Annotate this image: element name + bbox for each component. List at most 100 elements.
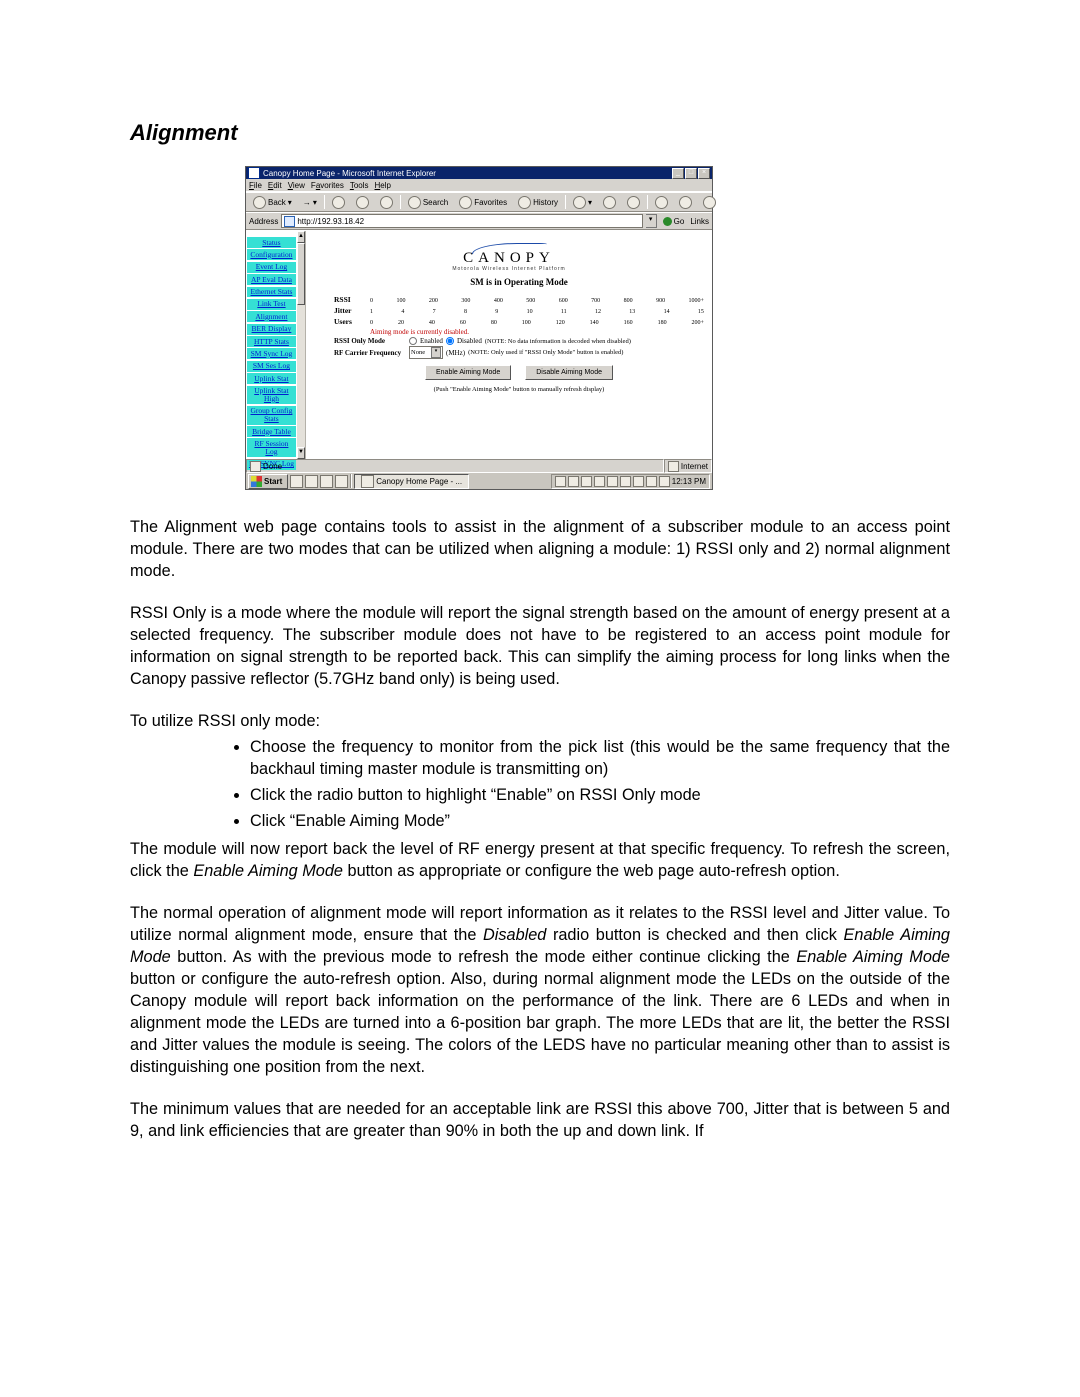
close-button[interactable]: ×	[698, 168, 710, 179]
minimize-button[interactable]: _	[672, 168, 684, 179]
tray-icon[interactable]	[568, 476, 579, 487]
nav-uplink-stat-high[interactable]: Uplink Stat High	[247, 386, 296, 405]
tray-icon[interactable]	[607, 476, 618, 487]
tray-icon[interactable]	[594, 476, 605, 487]
system-tray: 12:13 PM	[551, 474, 710, 489]
tray-icon[interactable]	[646, 476, 657, 487]
window-title: Canopy Home Page - Microsoft Internet Ex…	[263, 169, 671, 178]
toolbar: Back▾ →▾ Search Favorites History ▾	[246, 192, 712, 212]
back-button[interactable]: Back▾	[249, 195, 296, 209]
nav-http-stats[interactable]: HTTP Stats	[247, 336, 296, 347]
history-button[interactable]: History	[514, 195, 562, 209]
print-button[interactable]	[599, 195, 620, 209]
address-input[interactable]: http://192.93.18.42	[281, 214, 642, 228]
nav-configuration[interactable]: Configuration	[247, 249, 296, 260]
edit-icon	[627, 196, 640, 209]
mail-icon	[573, 196, 586, 209]
tray-icon[interactable]	[581, 476, 592, 487]
search-button[interactable]: Search	[404, 195, 452, 209]
nav-rf-session-log[interactable]: RF Session Log	[247, 438, 296, 457]
rssi-enabled-radio[interactable]	[409, 337, 417, 345]
tray-icon[interactable]	[620, 476, 631, 487]
related-icon	[679, 196, 692, 209]
nav-bridge-table[interactable]: Bridge Table	[247, 426, 296, 437]
nav-group-config-stats[interactable]: Group Config Stats	[247, 406, 296, 425]
history-icon	[518, 196, 531, 209]
quicklaunch-icon[interactable]	[320, 475, 333, 488]
disable-aiming-button[interactable]: Disable Aiming Mode	[525, 365, 613, 380]
menu-view[interactable]: View	[288, 181, 305, 190]
rssi-only-note: (NOTE: No data information is decoded wh…	[485, 338, 631, 345]
rf-carrier-select[interactable]: None▾	[409, 346, 443, 359]
status-zone: Internet	[681, 462, 708, 471]
paragraph: The Alignment web page contains tools to…	[130, 516, 950, 582]
quicklaunch-icon[interactable]	[335, 475, 348, 488]
menu-file[interactable]: File	[249, 181, 262, 190]
discuss-button[interactable]	[651, 195, 672, 209]
canopy-main: CANOPY Motorola Wireless Internet Platfo…	[306, 231, 712, 459]
address-value: http://192.93.18.42	[297, 217, 364, 226]
scroll-up-icon[interactable]: ▲	[297, 231, 305, 243]
status-bar: Done Internet	[246, 459, 712, 472]
menu-edit[interactable]: Edit	[268, 181, 282, 190]
nav-status[interactable]: Status	[247, 237, 296, 248]
taskbar: Start Canopy Home Page - ... 12:13 PM	[246, 472, 712, 489]
rssi-label: RSSI	[334, 295, 370, 304]
messenger-button[interactable]	[699, 195, 720, 209]
chevron-down-icon: ▾	[313, 198, 317, 207]
go-button[interactable]: Go	[660, 215, 688, 227]
quicklaunch-icon[interactable]	[290, 475, 303, 488]
nav-alignment[interactable]: Alignment	[247, 311, 296, 322]
maximize-button[interactable]: □	[685, 168, 697, 179]
tray-icon[interactable]	[659, 476, 670, 487]
menu-tools[interactable]: Tools	[350, 181, 369, 190]
favorites-button[interactable]: Favorites	[455, 195, 511, 209]
scroll-thumb[interactable]	[297, 243, 305, 305]
address-bar: Address http://192.93.18.42 ▾ Go Links	[246, 212, 712, 230]
mail-button[interactable]: ▾	[569, 195, 596, 209]
paragraph: RSSI Only is a mode where the module wil…	[130, 602, 950, 690]
list-item: Click “Enable Aiming Mode”	[250, 810, 950, 832]
edit-button[interactable]	[623, 195, 644, 209]
nav-event-log[interactable]: Event Log	[247, 262, 296, 273]
chevron-right-icon: →	[303, 198, 311, 207]
start-button[interactable]: Start	[248, 474, 288, 489]
forward-button[interactable]: →▾	[299, 195, 321, 209]
home-icon	[380, 196, 393, 209]
nav-ber-display[interactable]: BER Display	[247, 324, 296, 335]
list-item: Choose the frequency to monitor from the…	[250, 736, 950, 780]
rssi-disabled-radio[interactable]	[446, 337, 454, 345]
rf-carrier-row: RF Carrier Frequency None▾ (MHz) (NOTE: …	[334, 346, 704, 359]
taskbar-app-button[interactable]: Canopy Home Page - ...	[354, 474, 469, 489]
refresh-icon	[356, 196, 369, 209]
nav-ap-eval-data[interactable]: AP Eval Data	[247, 274, 296, 285]
nav-scrollbar[interactable]: ▲ ▼	[297, 231, 306, 459]
page-icon	[250, 461, 261, 472]
home-button[interactable]	[376, 195, 397, 209]
quicklaunch-icon[interactable]	[305, 475, 318, 488]
enable-aiming-button[interactable]: Enable Aiming Mode	[425, 365, 511, 380]
menu-help[interactable]: Help	[375, 181, 391, 190]
aiming-hint: (Push "Enable Aiming Mode" button to man…	[334, 386, 704, 393]
tray-icon[interactable]	[555, 476, 566, 487]
tray-icon[interactable]	[633, 476, 644, 487]
nav-link-test[interactable]: Link Test	[247, 299, 296, 310]
refresh-button[interactable]	[352, 195, 373, 209]
stop-button[interactable]	[328, 195, 349, 209]
menu-favorites[interactable]: Favorites	[311, 181, 344, 190]
nav-sm-ses-log[interactable]: SM Ses Log	[247, 361, 296, 372]
links-label[interactable]: Links	[690, 217, 709, 226]
rssi-only-row: RSSI Only Mode Enabled Disabled (NOTE: N…	[334, 337, 704, 345]
paragraph: The normal operation of alignment mode w…	[130, 902, 950, 1078]
related-button[interactable]	[675, 195, 696, 209]
nav-sm-sync-log[interactable]: SM Sync Log	[247, 348, 296, 359]
nav-uplink-stat[interactable]: Uplink Stat	[247, 373, 296, 384]
ie-icon	[361, 475, 374, 488]
chevron-down-icon: ▾	[288, 198, 292, 207]
address-dropdown[interactable]: ▾	[646, 214, 657, 228]
scroll-down-icon[interactable]: ▼	[297, 447, 305, 459]
nav-ethernet-stats[interactable]: Ethernet Stats	[247, 287, 296, 298]
go-icon	[663, 217, 672, 226]
menu-bar: File Edit View Favorites Tools Help	[246, 179, 712, 192]
rssi-only-label: RSSI Only Mode	[334, 337, 406, 345]
